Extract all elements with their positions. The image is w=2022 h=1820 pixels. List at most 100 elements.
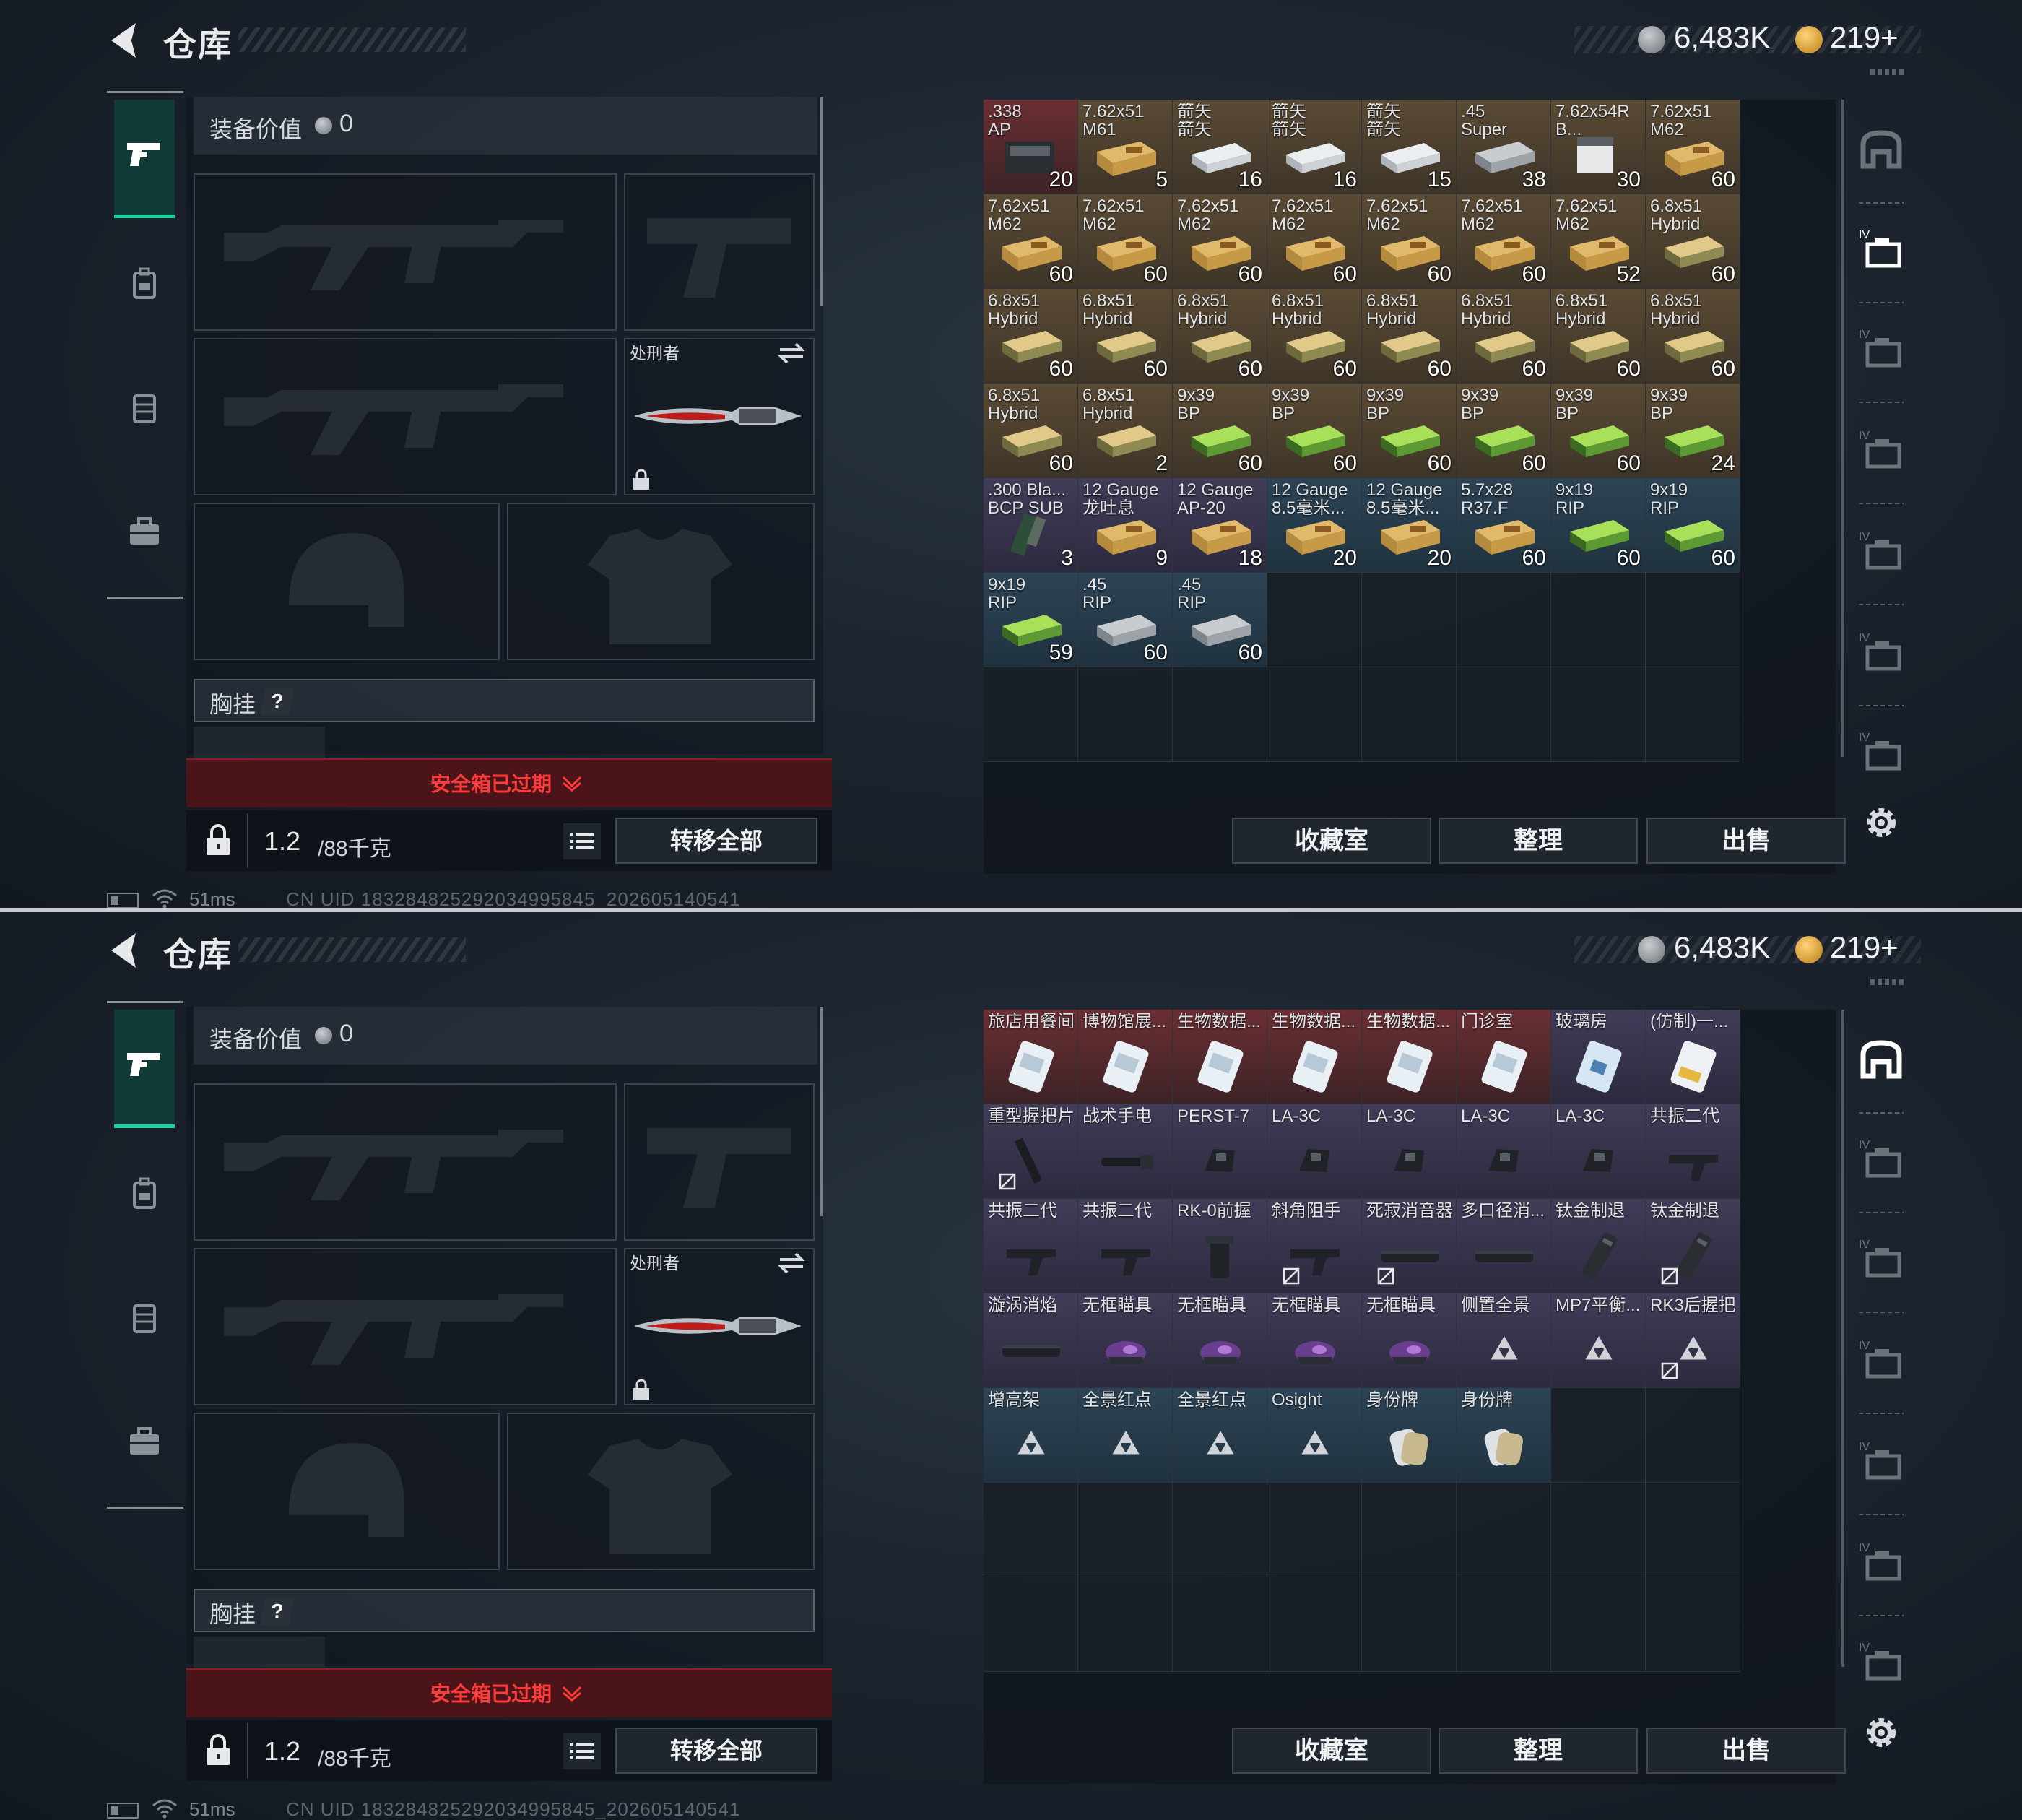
empty-stash-cell[interactable] xyxy=(1362,1483,1457,1577)
empty-stash-cell[interactable] xyxy=(1646,1483,1740,1577)
stash-scrollbar[interactable] xyxy=(1841,1010,1844,1667)
stash-item[interactable]: .45 Super 38 xyxy=(1457,100,1551,194)
stash-tab-4[interactable]: IV xyxy=(1853,1132,1909,1189)
chevron-down-icon[interactable] xyxy=(562,774,582,792)
padlock-icon[interactable] xyxy=(204,823,233,857)
stash-tab-5[interactable]: IV xyxy=(1853,625,1909,682)
stash-tab-all[interactable] xyxy=(1853,123,1909,179)
stash-tab-all[interactable] xyxy=(1853,1033,1909,1089)
empty-stash-cell[interactable] xyxy=(1078,667,1173,762)
stash-item[interactable]: RK3后握把 xyxy=(1646,1294,1740,1388)
empty-stash-cell[interactable] xyxy=(1362,573,1457,667)
stash-item[interactable]: 9x39 BP 60 xyxy=(1267,384,1362,478)
stash-item[interactable]: LA-3C xyxy=(1551,1104,1646,1199)
stash-item[interactable]: 生物数据... xyxy=(1362,1010,1457,1104)
empty-stash-cell[interactable] xyxy=(1457,1577,1551,1672)
stash-item[interactable]: 9x39 BP 60 xyxy=(1173,384,1267,478)
empty-stash-cell[interactable] xyxy=(1646,1388,1740,1483)
empty-stash-cell[interactable] xyxy=(1551,1483,1646,1577)
armor-slot[interactable] xyxy=(507,503,815,660)
stash-item[interactable]: .45 RIP 60 xyxy=(1078,573,1173,667)
stash-item[interactable]: 9x39 BP 24 xyxy=(1646,384,1740,478)
empty-stash-cell[interactable] xyxy=(1267,573,1362,667)
transfer-all-button[interactable]: 转移全部 xyxy=(615,818,817,864)
stash-item[interactable]: 12 Gauge 龙吐息 9 xyxy=(1078,478,1173,573)
stash-item[interactable]: PERST-7 xyxy=(1173,1104,1267,1199)
stash-item[interactable]: 7.62x51 M62 60 xyxy=(1078,194,1173,289)
transfer-all-button[interactable]: 转移全部 xyxy=(615,1728,817,1774)
stash-item[interactable]: MP7平衡... xyxy=(1551,1294,1646,1388)
empty-stash-cell[interactable] xyxy=(984,1577,1078,1672)
organize-button[interactable]: 整理 xyxy=(1439,818,1638,864)
list-view-button[interactable] xyxy=(563,1733,601,1769)
stash-item[interactable]: LA-3C xyxy=(1457,1104,1551,1199)
stash-item[interactable]: 共振二代 xyxy=(1078,1199,1173,1294)
vest-icon[interactable] xyxy=(124,1297,165,1338)
nav-tab-weapons[interactable] xyxy=(114,100,175,218)
empty-stash-cell[interactable] xyxy=(1457,573,1551,667)
stash-item[interactable]: 9x19 RIP 60 xyxy=(1646,478,1740,573)
back-arrow-icon[interactable] xyxy=(101,17,144,64)
stash-item[interactable]: 重型握把片 xyxy=(984,1104,1078,1199)
empty-stash-cell[interactable] xyxy=(1078,1483,1173,1577)
empty-stash-cell[interactable] xyxy=(1646,573,1740,667)
stash-item[interactable]: 5.7x28 R37.F 60 xyxy=(1457,478,1551,573)
stash-item[interactable]: 9x39 BP 60 xyxy=(1362,384,1457,478)
loadout-scrollbar[interactable] xyxy=(820,1007,823,1216)
primary-weapon-slot[interactable] xyxy=(194,173,617,331)
empty-stash-cell[interactable] xyxy=(1173,667,1267,762)
stash-item[interactable]: .300 Bla... BCP SUB 3 xyxy=(984,478,1078,573)
stash-item[interactable]: 侧置全景 xyxy=(1457,1294,1551,1388)
stash-item[interactable]: 6.8x51 Hybrid 60 xyxy=(984,384,1078,478)
stash-item[interactable]: 多口径消... xyxy=(1457,1199,1551,1294)
stash-item[interactable]: 7.62x51 M62 60 xyxy=(984,194,1078,289)
backpack-icon[interactable] xyxy=(124,263,165,303)
briefcase-icon[interactable] xyxy=(124,1421,165,1462)
stash-item[interactable]: 12 Gauge 8.5毫米... 20 xyxy=(1362,478,1457,573)
sell-button[interactable]: 出售 xyxy=(1646,1728,1846,1774)
stash-item[interactable]: 6.8x51 Hybrid 60 xyxy=(1646,289,1740,384)
stash-tab-4[interactable]: IV xyxy=(1853,222,1909,279)
stash-item[interactable]: 增高架 xyxy=(984,1388,1078,1483)
gold-currency-value[interactable]: 219+ xyxy=(1830,20,1899,55)
stash-item[interactable]: 死寂消音器 xyxy=(1362,1199,1457,1294)
stash-item[interactable]: 6.8x51 Hybrid 60 xyxy=(1362,289,1457,384)
empty-stash-cell[interactable] xyxy=(1551,667,1646,762)
padlock-icon[interactable] xyxy=(204,1733,233,1767)
helmet-slot[interactable] xyxy=(194,503,500,660)
list-view-button[interactable] xyxy=(563,823,601,859)
backpack-icon[interactable] xyxy=(124,1173,165,1213)
stash-tab-3[interactable]: IV xyxy=(1853,1232,1909,1288)
stash-tab-2[interactable]: IV xyxy=(1853,423,1909,480)
stash-item[interactable]: 7.62x51 M62 60 xyxy=(1457,194,1551,289)
stash-scrollbar[interactable] xyxy=(1841,100,1844,757)
stash-tab-2[interactable]: IV xyxy=(1853,1333,1909,1390)
primary-weapon-slot-2[interactable] xyxy=(194,1248,617,1405)
stash-item[interactable]: 箭矢 箭矢 16 xyxy=(1173,100,1267,194)
stash-item[interactable]: 6.8x51 Hybrid 60 xyxy=(1457,289,1551,384)
stash-item[interactable]: 旅店用餐间 xyxy=(984,1010,1078,1104)
stash-item[interactable]: 7.62x54R B... 30 xyxy=(1551,100,1646,194)
stash-item[interactable]: 无框瞄具 xyxy=(1267,1294,1362,1388)
stash-item[interactable]: 7.62x51 M62 52 xyxy=(1551,194,1646,289)
empty-stash-cell[interactable] xyxy=(1362,667,1457,762)
stash-item[interactable]: 钛金制退 xyxy=(1551,1199,1646,1294)
empty-stash-cell[interactable] xyxy=(1551,1388,1646,1483)
stash-item[interactable]: 玻璃房 xyxy=(1551,1010,1646,1104)
swap-icon[interactable] xyxy=(777,1251,806,1275)
stash-item[interactable]: 12 Gauge 8.5毫米... 20 xyxy=(1267,478,1362,573)
stash-item[interactable]: Osight xyxy=(1267,1388,1362,1483)
stash-item[interactable]: 身份牌 xyxy=(1457,1388,1551,1483)
stash-item[interactable]: 共振二代 xyxy=(1646,1104,1740,1199)
stash-item[interactable]: 7.62x51 M62 60 xyxy=(1267,194,1362,289)
stash-item[interactable]: LA-3C xyxy=(1362,1104,1457,1199)
stash-item[interactable]: LA-3C xyxy=(1267,1104,1362,1199)
stash-item[interactable]: .45 RIP 60 xyxy=(1173,573,1267,667)
stash-item[interactable]: 全景红点 xyxy=(1078,1388,1173,1483)
stash-item[interactable]: 门诊室 xyxy=(1457,1010,1551,1104)
empty-stash-cell[interactable] xyxy=(1173,1483,1267,1577)
stash-tab-1[interactable]: IV xyxy=(1853,524,1909,581)
stash-item[interactable]: 6.8x51 Hybrid 60 xyxy=(1646,194,1740,289)
collection-room-button[interactable]: 收藏室 xyxy=(1232,818,1431,864)
gold-currency-value[interactable]: 219+ xyxy=(1830,930,1899,965)
